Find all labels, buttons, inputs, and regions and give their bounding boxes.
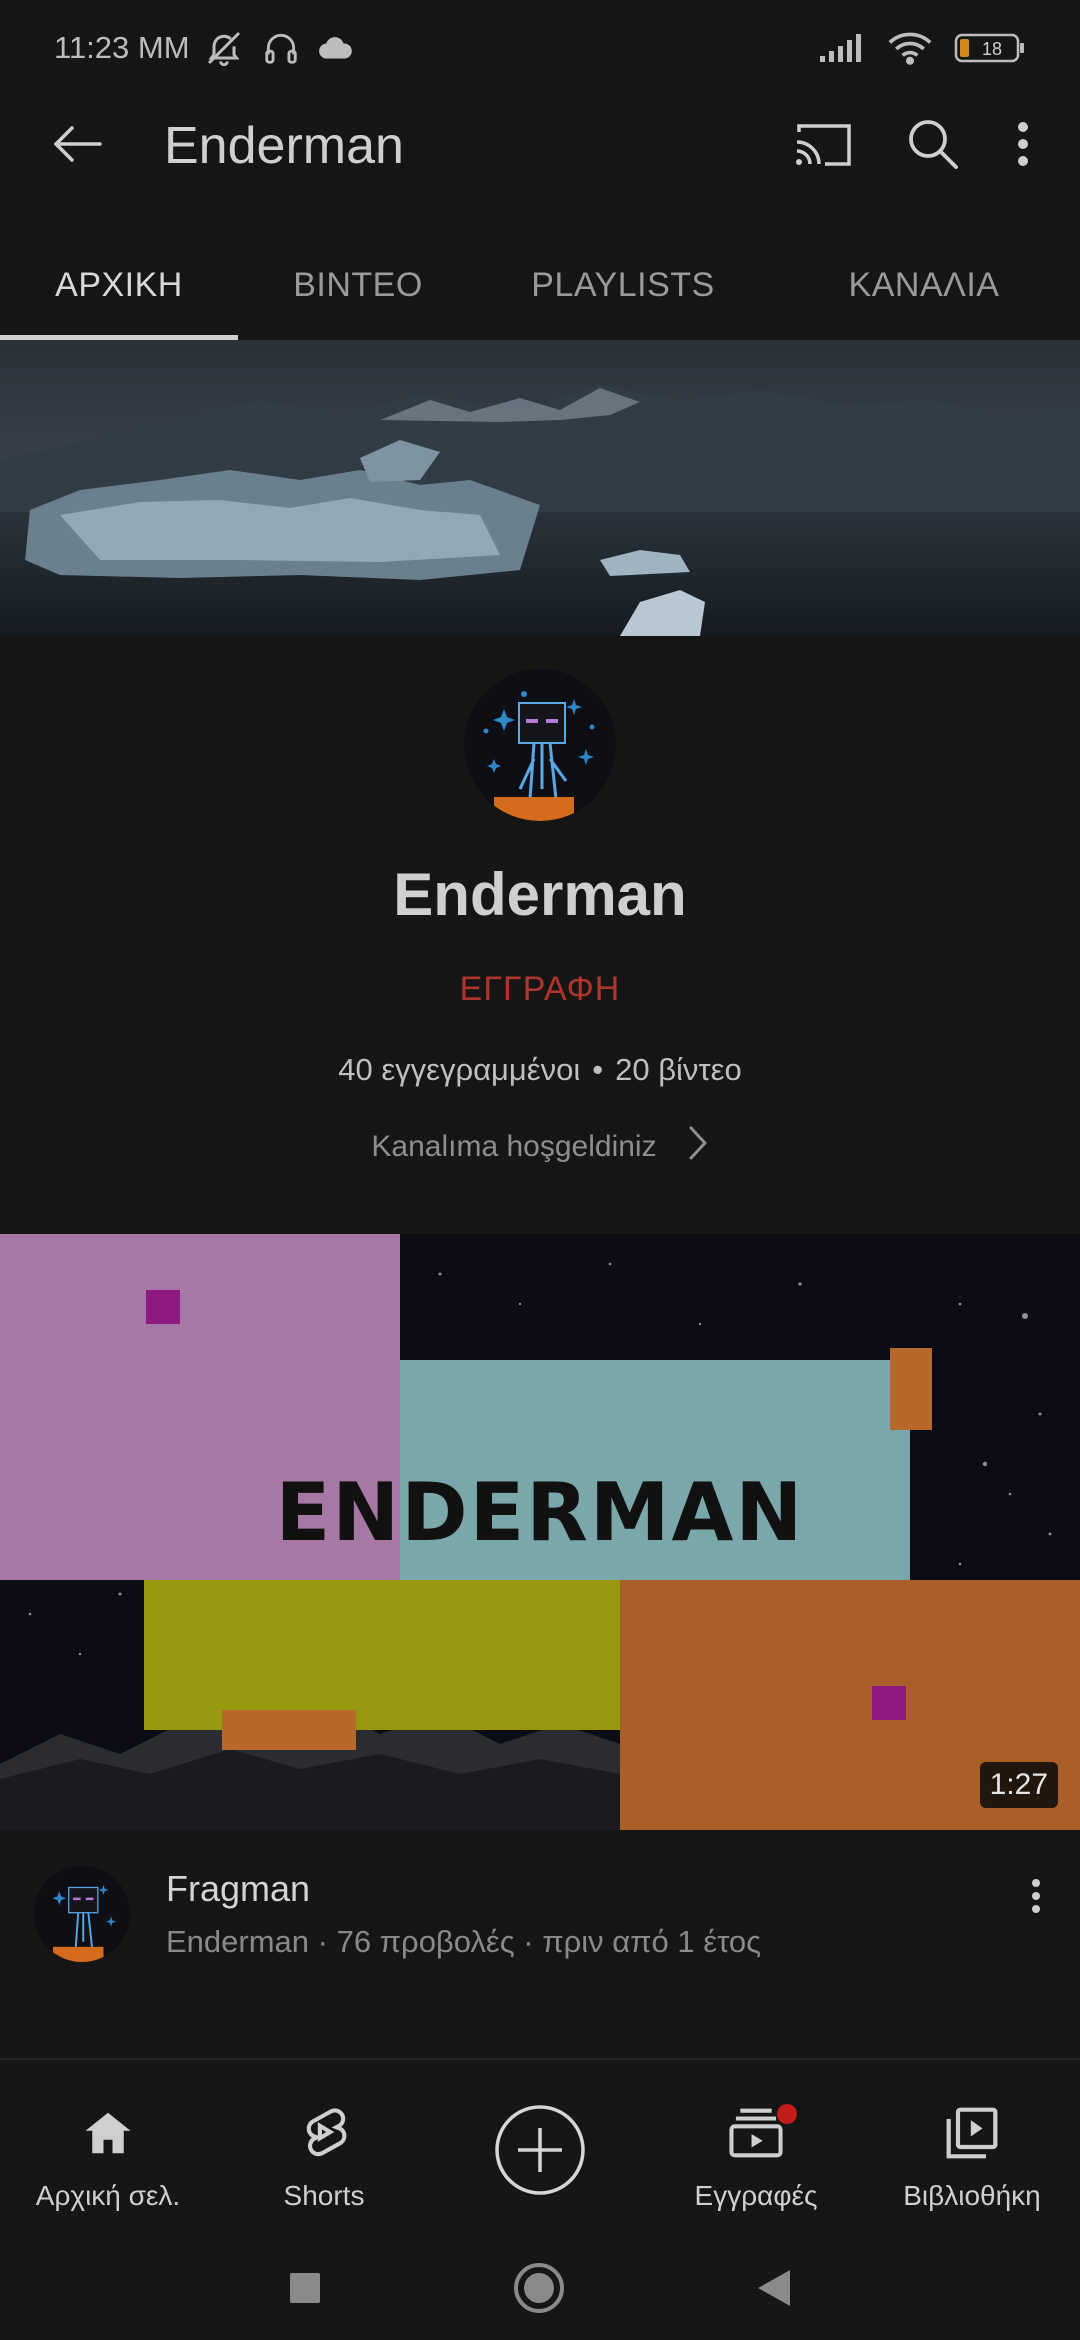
chevron-right-icon (687, 1124, 709, 1170)
thumbnail-title-text: ENDERMAN (276, 1466, 805, 1559)
tab-videos[interactable]: ΒΙΝΤΕΟ (238, 230, 478, 340)
library-icon (944, 2098, 1000, 2168)
video-count: 20 βίντεο (615, 1052, 742, 1087)
battery-icon: 18 (954, 31, 1026, 65)
tab-channels[interactable]: ΚΑΝΑΛΙΑ (768, 230, 1080, 340)
video-title[interactable]: Fragman (166, 1868, 310, 1910)
channel-tagline: Kanalıma hoşgeldiniz (371, 1130, 657, 1163)
cast-icon (793, 120, 853, 173)
nav-subscriptions[interactable]: Εγγραφές (648, 2080, 864, 2240)
headphones-icon (262, 29, 300, 67)
divider (0, 2058, 1080, 2060)
signal-icon (818, 32, 866, 64)
back-button[interactable] (38, 106, 118, 186)
svg-text:18: 18 (982, 39, 1002, 59)
nav-library-label: Βιβλιοθήκη (903, 2180, 1041, 2211)
nav-home[interactable]: Αρχική σελ. (0, 2080, 216, 2240)
system-navigation-bar (0, 2240, 1080, 2340)
bottom-navigation: Αρχική σελ. Shorts Εγγραφές Βιβλιοθήκη (0, 2080, 1080, 2240)
more-vert-icon (1031, 1878, 1041, 1919)
more-options-button[interactable] (988, 101, 1058, 191)
tab-playlists[interactable]: PLAYLISTS (478, 230, 768, 340)
back-triangle-icon[interactable] (756, 2268, 792, 2313)
status-time: 11:23 ΜΜ (54, 30, 190, 65)
create-plus-icon (494, 2102, 586, 2198)
app-header: Enderman (0, 96, 1080, 196)
home-icon (81, 2098, 135, 2168)
featured-video-info: Fragman Enderman · 76 προβολές · πριν απ… (0, 1860, 1080, 1980)
video-more-button[interactable] (1014, 1868, 1058, 1928)
shorts-icon (299, 2098, 349, 2168)
channel-name: Enderman (393, 861, 687, 928)
more-vert-icon (1017, 121, 1029, 172)
channel-banner (0, 340, 1080, 636)
channel-stats: 40 εγγεγραμμένοι • 20 βίντεο (0, 1052, 1080, 1088)
separator-dot: • (592, 1052, 604, 1087)
nav-library[interactable]: Βιβλιοθήκη (864, 2080, 1080, 2240)
subscriptions-icon (727, 2098, 797, 2168)
tab-home[interactable]: ΑΡΧΙΚΗ (0, 230, 238, 340)
cloud-icon (318, 33, 354, 63)
search-button[interactable] (878, 101, 988, 191)
subscriber-count: 40 εγγεγραμμένοι (338, 1052, 581, 1087)
home-circle-icon[interactable] (512, 2261, 566, 2320)
search-icon (906, 117, 960, 176)
notification-dot (777, 2104, 797, 2124)
video-channel-avatar[interactable] (34, 1866, 130, 1962)
recents-square-icon[interactable] (288, 2271, 322, 2310)
nav-shorts[interactable]: Shorts (216, 2080, 432, 2240)
nav-subscriptions-label: Εγγραφές (694, 2180, 818, 2211)
status-bar: 11:23 ΜΜ 18 (0, 0, 1080, 96)
nav-create[interactable] (432, 2080, 648, 2240)
nav-home-label: Αρχική σελ. (35, 2180, 181, 2211)
video-duration: 1:27 (979, 1762, 1058, 1808)
channel-about-link[interactable]: Kanalıma hoşgeldiniz (0, 1124, 1080, 1170)
subscribe-button[interactable]: ΕΓΓΡΑΦΗ (0, 970, 1080, 1009)
muted-bell-icon (204, 28, 244, 68)
channel-tabs: ΑΡΧΙΚΗ ΒΙΝΤΕΟ PLAYLISTS ΚΑΝΑΛΙΑ (0, 230, 1080, 340)
video-metadata: Enderman · 76 προβολές · πριν από 1 έτος (166, 1924, 762, 1959)
cast-button[interactable] (768, 101, 878, 191)
featured-video-thumbnail[interactable]: ENDERMAN 1:27 (0, 1234, 1080, 1830)
page-title: Enderman (164, 117, 404, 175)
back-arrow-icon (52, 124, 104, 169)
nav-shorts-label: Shorts (283, 2180, 365, 2211)
wifi-icon (888, 31, 932, 65)
channel-avatar[interactable] (464, 669, 616, 821)
